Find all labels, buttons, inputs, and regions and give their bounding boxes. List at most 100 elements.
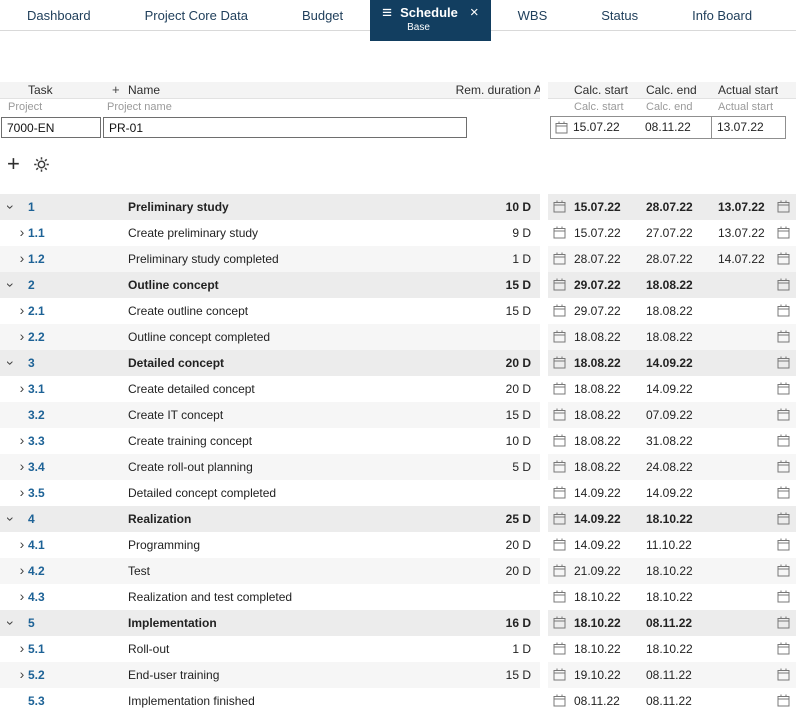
chevron-right-icon[interactable]: › — [16, 459, 28, 473]
tab-wbs[interactable]: WBS — [491, 0, 575, 31]
calendar-icon[interactable] — [553, 200, 566, 213]
chevron-right-icon[interactable]: › — [16, 225, 28, 239]
tab-status[interactable]: Status — [574, 0, 665, 31]
calendar-icon[interactable] — [777, 616, 790, 629]
chevron-down-icon[interactable]: › — [3, 617, 19, 629]
calendar-icon[interactable] — [553, 408, 566, 421]
calendar-icon[interactable] — [777, 330, 790, 343]
calendar-icon[interactable] — [553, 434, 566, 447]
task-row-3.2[interactable]: 3.2 Create IT concept 15 D — [0, 402, 540, 428]
task-row-1.1-dates[interactable]: 15.07.22 27.07.22 13.07.22 — [548, 220, 796, 246]
calendar-icon[interactable] — [777, 200, 790, 213]
task-row-5.3-dates[interactable]: 08.11.22 08.11.22 — [548, 688, 796, 714]
calendar-icon[interactable] — [777, 226, 790, 239]
chevron-right-icon[interactable]: › — [16, 381, 28, 395]
task-row-5-dates[interactable]: 18.10.22 08.11.22 — [548, 610, 796, 636]
calendar-icon[interactable] — [553, 668, 566, 681]
column-header-a[interactable]: A — [534, 82, 540, 98]
tab-schedule[interactable]: ≡ Schedule × Base — [370, 0, 491, 41]
task-row-3.4[interactable]: › 3.4 Create roll-out planning 5 D — [0, 454, 540, 480]
column-header-calc-start[interactable]: Calc. start — [574, 82, 628, 98]
tab-info-board[interactable]: Info Board — [665, 0, 779, 31]
calendar-icon[interactable] — [553, 538, 566, 551]
calendar-icon[interactable] — [777, 278, 790, 291]
calendar-icon[interactable] — [553, 460, 566, 473]
calendar-icon[interactable] — [553, 512, 566, 525]
calendar-icon[interactable] — [777, 252, 790, 265]
task-row-1-dates[interactable]: 15.07.22 28.07.22 13.07.22 — [548, 194, 796, 220]
task-row-4-dates[interactable]: 14.09.22 18.10.22 — [548, 506, 796, 532]
calendar-icon[interactable] — [777, 356, 790, 369]
column-header-rem-duration[interactable]: Rem. duration — [456, 82, 531, 98]
chevron-down-icon[interactable]: › — [3, 279, 19, 291]
close-icon[interactable]: × — [470, 5, 479, 20]
calendar-icon[interactable] — [777, 538, 790, 551]
calendar-icon[interactable] — [777, 694, 790, 707]
calendar-icon[interactable] — [553, 356, 566, 369]
task-row-5.3[interactable]: 5.3 Implementation finished — [0, 688, 540, 714]
calendar-icon[interactable] — [777, 460, 790, 473]
calendar-icon[interactable] — [553, 278, 566, 291]
calendar-icon[interactable] — [553, 226, 566, 239]
calendar-icon[interactable] — [777, 382, 790, 395]
task-row-1.2-dates[interactable]: 28.07.22 28.07.22 14.07.22 — [548, 246, 796, 272]
task-row-4[interactable]: › 4 Realization 25 D — [0, 506, 540, 532]
task-row-3.2-dates[interactable]: 18.08.22 07.09.22 — [548, 402, 796, 428]
calendar-icon[interactable] — [553, 642, 566, 655]
task-row-3[interactable]: › 3 Detailed concept 20 D — [0, 350, 540, 376]
calendar-icon[interactable] — [553, 564, 566, 577]
task-row-3.3-dates[interactable]: 18.08.22 31.08.22 — [548, 428, 796, 454]
tab-project-core-data[interactable]: Project Core Data — [118, 0, 275, 31]
gear-icon[interactable] — [33, 156, 50, 173]
calendar-icon[interactable] — [777, 486, 790, 499]
column-header-name[interactable]: Name — [128, 82, 160, 98]
task-row-3.1[interactable]: › 3.1 Create detailed concept 20 D — [0, 376, 540, 402]
task-row-2.1[interactable]: › 2.1 Create outline concept 15 D — [0, 298, 540, 324]
calendar-icon[interactable] — [777, 434, 790, 447]
calendar-icon[interactable] — [553, 616, 566, 629]
calendar-icon[interactable] — [777, 564, 790, 577]
task-row-4.2[interactable]: › 4.2 Test 20 D — [0, 558, 540, 584]
task-row-5.2-dates[interactable]: 19.10.22 08.11.22 — [548, 662, 796, 688]
task-row-3.1-dates[interactable]: 18.08.22 14.09.22 — [548, 376, 796, 402]
task-row-5.2[interactable]: › 5.2 End-user training 15 D — [0, 662, 540, 688]
chevron-right-icon[interactable]: › — [16, 303, 28, 317]
column-header-calc-end[interactable]: Calc. end — [646, 82, 697, 98]
task-row-5[interactable]: › 5 Implementation 16 D — [0, 610, 540, 636]
chevron-right-icon[interactable]: › — [16, 537, 28, 551]
task-row-1[interactable]: › 1 Preliminary study 10 D — [0, 194, 540, 220]
calendar-icon[interactable] — [553, 382, 566, 395]
task-row-2-dates[interactable]: 29.07.22 18.08.22 — [548, 272, 796, 298]
chevron-right-icon[interactable]: › — [16, 485, 28, 499]
calendar-icon[interactable] — [777, 590, 790, 603]
chevron-down-icon[interactable]: › — [3, 201, 19, 213]
task-row-2.2[interactable]: › 2.2 Outline concept completed — [0, 324, 540, 350]
task-row-3.3[interactable]: › 3.3 Create training concept 10 D — [0, 428, 540, 454]
tab-budget[interactable]: Budget — [275, 0, 370, 31]
task-row-2.1-dates[interactable]: 29.07.22 18.08.22 — [548, 298, 796, 324]
task-row-5.1-dates[interactable]: 18.10.22 18.10.22 — [548, 636, 796, 662]
chevron-down-icon[interactable]: › — [3, 357, 19, 369]
task-row-4.1[interactable]: › 4.1 Programming 20 D — [0, 532, 540, 558]
chevron-right-icon[interactable]: › — [16, 641, 28, 655]
project-id-input[interactable] — [1, 117, 101, 138]
chevron-right-icon[interactable]: › — [16, 433, 28, 447]
calendar-icon[interactable] — [777, 408, 790, 421]
task-row-5.1[interactable]: › 5.1 Roll-out 1 D — [0, 636, 540, 662]
task-row-4.2-dates[interactable]: 21.09.22 18.10.22 — [548, 558, 796, 584]
task-row-3.4-dates[interactable]: 18.08.22 24.08.22 — [548, 454, 796, 480]
project-name-input[interactable] — [103, 117, 467, 138]
calendar-icon[interactable] — [553, 590, 566, 603]
task-row-4.3[interactable]: › 4.3 Realization and test completed — [0, 584, 540, 610]
calendar-icon[interactable] — [553, 330, 566, 343]
menu-icon[interactable]: ≡ — [382, 4, 392, 21]
task-row-2.2-dates[interactable]: 18.08.22 18.08.22 — [548, 324, 796, 350]
task-row-3.5-dates[interactable]: 14.09.22 14.09.22 — [548, 480, 796, 506]
calendar-icon[interactable] — [553, 486, 566, 499]
task-row-4.1-dates[interactable]: 14.09.22 11.10.22 — [548, 532, 796, 558]
calendar-icon[interactable] — [777, 304, 790, 317]
chevron-right-icon[interactable]: › — [16, 329, 28, 343]
add-task-button[interactable]: + — [7, 153, 20, 175]
task-row-1.2[interactable]: › 1.2 Preliminary study completed 1 D — [0, 246, 540, 272]
task-row-4.3-dates[interactable]: 18.10.22 18.10.22 — [548, 584, 796, 610]
